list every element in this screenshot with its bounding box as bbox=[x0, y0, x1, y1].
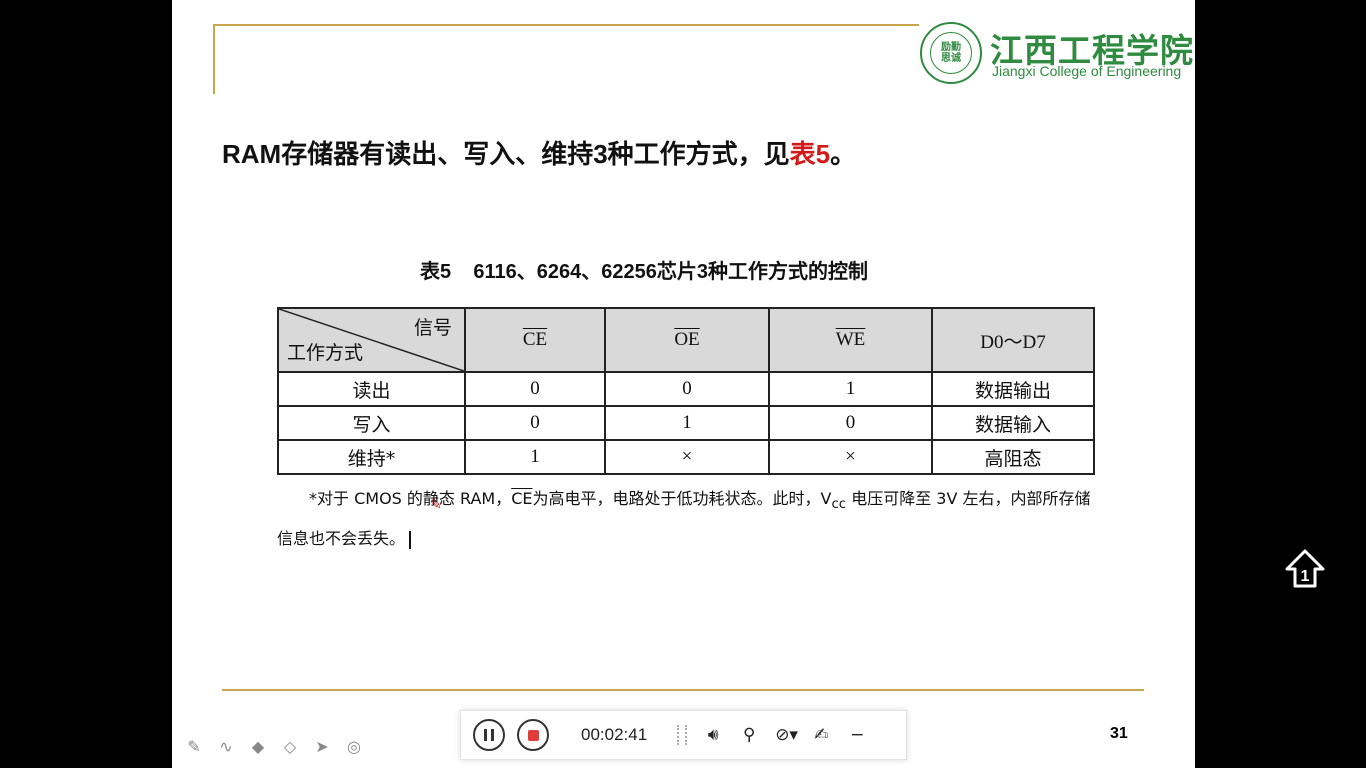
pencil-icon[interactable]: ✎ bbox=[182, 734, 206, 758]
footnote-text-d: 信息也不会丢失。 bbox=[277, 529, 406, 549]
cell-we: 1 bbox=[768, 371, 933, 407]
frame-left-line bbox=[213, 24, 215, 94]
cell-oe: × bbox=[604, 439, 770, 475]
recording-control-bar: 00:02:41 🔊︎ ⚲ ⊘▾ ✍ − bbox=[460, 710, 907, 760]
presentation-slide: 励勤 思诚 江西工程学院 Jiangxi College of Engineer… bbox=[172, 0, 1195, 768]
home-up-icon[interactable]: 1 bbox=[1284, 548, 1326, 590]
control-table: 信号 工作方式 CE OE WE D0～D7 读出 0 0 1 数据输出 写入 … bbox=[277, 307, 1095, 475]
eraser-icon[interactable]: ◇ bbox=[278, 734, 302, 758]
cell-data: 高阻态 bbox=[931, 439, 1095, 475]
cell-data: 数据输入 bbox=[931, 405, 1095, 441]
header-we: WE bbox=[768, 307, 933, 373]
footnote-ce: CE bbox=[511, 489, 533, 508]
footnote-text-a: *对于 CMOS 的静态 RAM， bbox=[309, 489, 512, 508]
table-caption: 表5 6116、6264、62256芯片3种工作方式的控制 bbox=[420, 261, 868, 283]
cell-data: 数据输出 bbox=[931, 371, 1095, 407]
row-mode: 读出 bbox=[277, 371, 466, 407]
highlighter-icon[interactable]: ◆ bbox=[246, 734, 270, 758]
cell-we: × bbox=[768, 439, 933, 475]
pause-icon-bar bbox=[491, 729, 494, 741]
header-ce: CE bbox=[464, 307, 606, 373]
cell-oe: 0 bbox=[604, 371, 770, 407]
college-name-en: Jiangxi College of Engineering bbox=[992, 63, 1182, 79]
footnote-vcc-sub: cc bbox=[831, 497, 847, 513]
slide-number: 31 bbox=[1110, 725, 1128, 742]
pointer-icon[interactable]: ➤ bbox=[310, 734, 334, 758]
row-mode: 维持* bbox=[277, 439, 466, 475]
header-oe: OE bbox=[604, 307, 770, 373]
seal-motto: 励勤 思诚 bbox=[930, 32, 972, 74]
laser-icon[interactable]: ◎ bbox=[342, 734, 366, 758]
annotation-toolbar: ✎ ∿ ◆ ◇ ➤ ◎ bbox=[182, 734, 366, 758]
curve-icon[interactable]: ∿ bbox=[214, 734, 238, 758]
pen-icon[interactable]: ✍ bbox=[811, 725, 831, 745]
frame-bottom-line bbox=[222, 689, 1144, 691]
pause-button[interactable] bbox=[473, 719, 505, 751]
corner-mode-label: 工作方式 bbox=[287, 342, 364, 364]
heading-text: RAM存储器有读出、写入、维持3种工作方式，见 bbox=[222, 139, 790, 169]
minimize-icon[interactable]: − bbox=[847, 725, 867, 745]
table-corner-header: 信号 工作方式 bbox=[277, 307, 466, 373]
drag-handle[interactable] bbox=[677, 725, 688, 745]
frame-top-line bbox=[213, 24, 919, 26]
svg-text:1: 1 bbox=[1301, 568, 1310, 585]
cell-ce: 0 bbox=[464, 405, 606, 441]
stop-button[interactable] bbox=[517, 719, 549, 751]
text-cursor bbox=[409, 530, 412, 549]
college-seal-logo: 励勤 思诚 bbox=[920, 22, 982, 84]
cell-ce: 1 bbox=[464, 439, 606, 475]
cell-oe: 1 bbox=[604, 405, 770, 441]
row-mode: 写入 bbox=[277, 405, 466, 441]
cell-we: 0 bbox=[768, 405, 933, 441]
heading-end: 。 bbox=[830, 139, 857, 169]
table-row: 读出 0 0 1 数据输出 bbox=[277, 371, 1095, 407]
heading-table-ref: 表5 bbox=[789, 139, 831, 169]
table-footnote: *对于 CMOS 的静态 RAM，CE为高电平，电路处于低功耗状态。此时，Vcc… bbox=[277, 482, 1157, 556]
volume-icon[interactable]: 🔊︎ bbox=[703, 725, 723, 745]
cell-ce: 0 bbox=[464, 371, 606, 407]
microphone-icon[interactable]: ⚲ bbox=[739, 725, 759, 745]
footnote-text-c: 电压可降至 3V 左右，内部所存储 bbox=[846, 489, 1091, 508]
stop-icon bbox=[527, 729, 539, 741]
footnote-line-2: 信息也不会丢失。 bbox=[277, 522, 1157, 556]
table-row: 写入 0 1 0 数据输入 bbox=[277, 405, 1095, 441]
pause-icon bbox=[484, 729, 487, 741]
camera-off-icon[interactable]: ⊘▾ bbox=[775, 725, 798, 745]
corner-signal-label: 信号 bbox=[413, 317, 452, 339]
footnote-line-1: *对于 CMOS 的静态 RAM，CE为高电平，电路处于低功耗状态。此时，Vcc… bbox=[277, 482, 1157, 522]
header-data-bus: D0～D7 bbox=[931, 307, 1095, 373]
table-row: 维持* 1 × × 高阻态 bbox=[277, 439, 1095, 475]
slide-heading: RAM存储器有读出、写入、维持3种工作方式，见表5。 bbox=[222, 134, 856, 171]
recording-time: 00:02:41 bbox=[581, 725, 648, 744]
footnote-text-b: 为高电平，电路处于低功耗状态。此时，V bbox=[532, 489, 832, 508]
